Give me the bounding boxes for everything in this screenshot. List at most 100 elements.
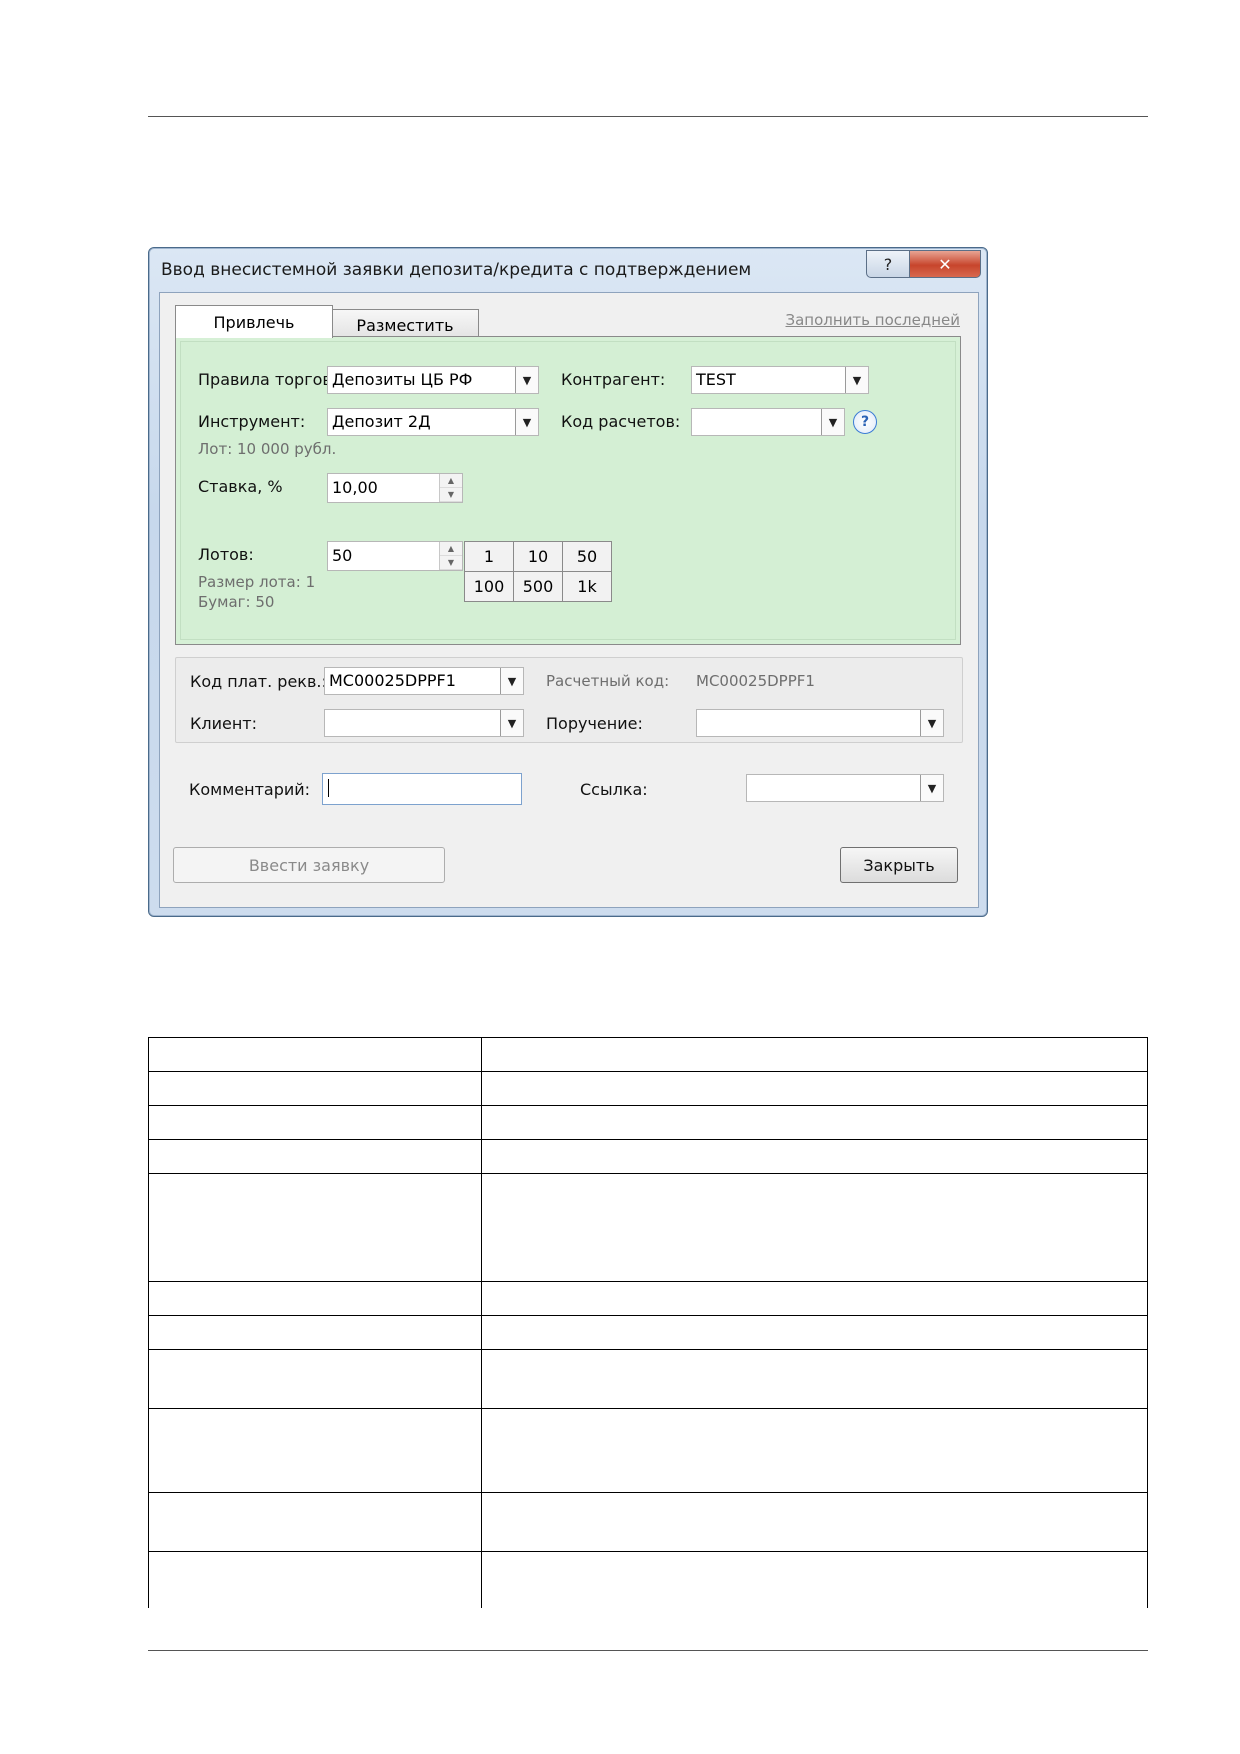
settlement-code-label: Код расчетов: (561, 412, 681, 431)
table-cell (148, 1551, 482, 1608)
quick-lots-grid: 1 10 50 100 500 1k (464, 541, 612, 602)
bottom-rule (148, 1650, 1148, 1651)
tab-attract[interactable]: Привлечь (175, 305, 333, 338)
table-cell (148, 1037, 482, 1072)
chevron-down-icon[interactable]: ▼ (515, 367, 538, 393)
instrument-value: Депозит 2Д (332, 412, 431, 431)
submit-order-button[interactable]: Ввести заявку (173, 847, 445, 883)
rate-stepper[interactable]: 10,00 ▲ ▼ (327, 473, 463, 503)
link-select[interactable]: ▼ (746, 774, 944, 802)
table-cell (481, 1349, 1148, 1409)
fill-last-link[interactable]: Заполнить последней (786, 311, 961, 329)
order-params-inner: Правила торгов: Депозиты ЦБ РФ ▼ Контраг… (180, 341, 956, 640)
instrument-label: Инструмент: (198, 412, 306, 431)
comment-label: Комментарий: (189, 780, 311, 799)
table-cell (148, 1349, 482, 1409)
table-row (148, 1492, 1148, 1552)
table-row (148, 1071, 1148, 1106)
payment-details-select[interactable]: MC00025DPPF1 ▼ (324, 667, 524, 695)
chevron-down-icon[interactable]: ▼ (920, 710, 943, 736)
comment-input[interactable] (322, 773, 522, 805)
rate-stepper-buttons: ▲ ▼ (439, 474, 462, 502)
payment-details-value: MC00025DPPF1 (329, 671, 456, 690)
close-window-button[interactable]: ✕ (910, 250, 981, 278)
lots-value: 50 (332, 546, 353, 565)
link-label: Ссылка: (580, 780, 648, 799)
chevron-down-icon[interactable]: ▼ (500, 710, 523, 736)
rate-value: 10,00 (332, 478, 378, 497)
table-cell (148, 1173, 482, 1282)
table-cell (148, 1408, 482, 1493)
rate-label: Ставка, % (198, 477, 283, 496)
quick-lot-button[interactable]: 500 (513, 571, 563, 602)
lot-info: Лот: 10 000 рубл. (198, 440, 337, 458)
help-button[interactable]: ? (866, 250, 910, 278)
instrument-select[interactable]: Депозит 2Д ▼ (327, 408, 539, 436)
table-cell (148, 1315, 482, 1350)
lots-stepper[interactable]: 50 ▲ ▼ (327, 541, 463, 571)
table-cell (148, 1071, 482, 1106)
table-row (148, 1037, 1148, 1072)
chevron-down-icon[interactable]: ▼ (500, 668, 523, 694)
table-row (148, 1349, 1148, 1409)
table-cell (148, 1105, 482, 1140)
lots-label: Лотов: (198, 545, 254, 564)
client-label: Клиент: (190, 714, 257, 733)
quick-lot-button[interactable]: 1k (562, 571, 612, 602)
top-rule (148, 116, 1148, 117)
quick-lot-button[interactable]: 100 (464, 571, 514, 602)
table-cell (481, 1037, 1148, 1072)
table-cell (481, 1105, 1148, 1140)
papers-info: Бумаг: 50 (198, 593, 275, 611)
quick-lot-button[interactable]: 50 (562, 541, 612, 572)
table-cell (481, 1408, 1148, 1493)
lot-size-info: Размер лота: 1 (198, 573, 316, 591)
table-row (148, 1315, 1148, 1350)
chevron-down-icon[interactable]: ▼ (515, 409, 538, 435)
table-row (148, 1105, 1148, 1140)
lots-stepper-buttons: ▲ ▼ (439, 542, 462, 570)
spin-up-icon[interactable]: ▲ (440, 474, 462, 488)
table-cell (481, 1173, 1148, 1282)
help-icon[interactable]: ? (853, 410, 877, 434)
counterparty-select[interactable]: TEST ▼ (691, 366, 869, 394)
table-row (148, 1139, 1148, 1174)
order-label: Поручение: (546, 714, 643, 733)
client-select[interactable]: ▼ (324, 709, 524, 737)
order-select[interactable]: ▼ (696, 709, 944, 737)
table-row (148, 1408, 1148, 1493)
spin-down-icon[interactable]: ▼ (440, 556, 462, 570)
counterparty-label: Контрагент: (561, 370, 666, 389)
quick-lot-button[interactable]: 10 (513, 541, 563, 572)
table-row (148, 1173, 1148, 1282)
table-cell (481, 1315, 1148, 1350)
dialog-body: Привлечь Разместить Заполнить последней … (159, 292, 979, 908)
spin-up-icon[interactable]: ▲ (440, 542, 462, 556)
chevron-down-icon[interactable]: ▼ (845, 367, 868, 393)
trade-rules-select[interactable]: Депозиты ЦБ РФ ▼ (327, 366, 539, 394)
close-button[interactable]: Закрыть (840, 847, 958, 883)
trade-rules-value: Депозиты ЦБ РФ (332, 370, 473, 389)
order-dialog: Ввод внесистемной заявки депозита/кредит… (148, 247, 988, 917)
chevron-down-icon[interactable]: ▼ (821, 409, 844, 435)
table-cell (481, 1281, 1148, 1316)
calc-code-value: MC00025DPPF1 (696, 672, 815, 690)
table-cell (148, 1139, 482, 1174)
table-cell (148, 1281, 482, 1316)
order-params-panel: Правила торгов: Депозиты ЦБ РФ ▼ Контраг… (175, 336, 961, 645)
payment-details-label: Код плат. рекв.: (190, 672, 327, 691)
trade-rules-label: Правила торгов: (198, 370, 338, 389)
spin-down-icon[interactable]: ▼ (440, 488, 462, 502)
table-row (148, 1281, 1148, 1316)
chevron-down-icon[interactable]: ▼ (920, 775, 943, 801)
payment-group: Код плат. рекв.: MC00025DPPF1 ▼ Расчетны… (175, 657, 963, 743)
table-cell (481, 1139, 1148, 1174)
text-caret (328, 779, 329, 797)
table-cell (481, 1071, 1148, 1106)
table-cell (148, 1492, 482, 1552)
title-buttons: ? ✕ (866, 250, 981, 278)
settlement-code-select[interactable]: ▼ (691, 408, 845, 436)
quick-lot-button[interactable]: 1 (464, 541, 514, 572)
table-cell (481, 1551, 1148, 1608)
description-table (148, 1037, 1148, 1608)
